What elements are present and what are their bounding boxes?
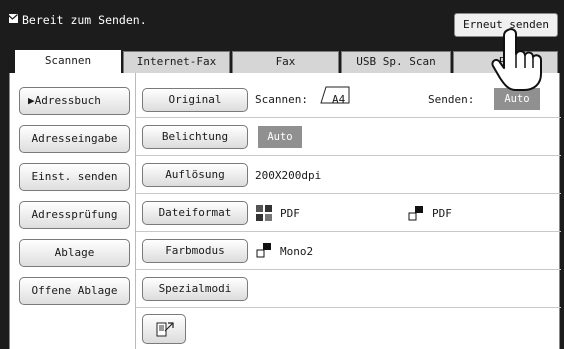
sidebar-item-adresseingabe[interactable]: Adresseingabe — [19, 125, 130, 153]
scan-size-label: Scannen: — [255, 93, 308, 106]
sidebar-item-einst-senden[interactable]: Einst. senden — [19, 163, 130, 191]
sidebar-item-ablage[interactable]: Ablage — [19, 239, 130, 267]
sidebar-item-adressbuch[interactable]: ▶Adressbuch — [19, 87, 130, 115]
tab-usb-scan[interactable]: USB Sp. Scan — [341, 51, 451, 73]
main-panel: ▶Adressbuch Adresseingabe Einst. senden … — [9, 73, 561, 349]
tab-bar: Scannen Internet-Fax Fax USB Sp. Scan PC — [9, 46, 564, 74]
original-button[interactable]: Original — [142, 88, 248, 112]
copier-send-screen: Bereit zum Senden. Erneut senden Scannen… — [0, 0, 564, 349]
status-message: Bereit zum Senden. — [22, 13, 147, 27]
row-divider — [136, 117, 561, 118]
row-divider — [136, 155, 561, 156]
file-format-button[interactable]: Dateiformat — [142, 201, 248, 225]
scan-size-value: A4 — [332, 93, 346, 106]
color-mode-button[interactable]: Farbmodus — [142, 239, 248, 263]
status-bar: Bereit zum Senden. Erneut senden — [0, 0, 564, 46]
exposure-value: Auto — [258, 126, 302, 148]
mono2-icon — [256, 243, 271, 258]
row-divider — [136, 193, 561, 194]
resolution-button[interactable]: Auflösung — [142, 163, 248, 187]
exposure-button[interactable]: Belichtung — [142, 125, 248, 149]
tab-scannen[interactable]: Scannen — [15, 50, 121, 74]
left-frame — [0, 0, 9, 349]
right-frame — [560, 46, 564, 349]
tab-fax[interactable]: Fax — [232, 51, 339, 73]
resolution-value: 200X200dpi — [255, 169, 322, 182]
color-mode-value: Mono2 — [280, 245, 314, 258]
row-divider — [136, 231, 561, 232]
mono-mode-icon — [408, 206, 423, 221]
send-size-label: Senden: — [428, 93, 475, 106]
tab-internet-fax[interactable]: Internet-Fax — [123, 51, 230, 73]
row-divider — [136, 269, 561, 270]
document-arrow-icon — [156, 322, 174, 337]
file-format-color-value: PDF — [280, 207, 300, 220]
pointer-hand-icon — [491, 28, 542, 91]
row-divider — [136, 307, 561, 308]
color-mode-icon — [256, 205, 272, 221]
file-format-mono-value: PDF — [432, 207, 452, 220]
special-modes-button[interactable]: Spezialmodi — [142, 277, 248, 301]
preview-button[interactable] — [142, 314, 186, 344]
sidebar-item-adresspruefung[interactable]: Adressprüfung — [19, 201, 130, 229]
sidebar-item-offene-ablage[interactable]: Offene Ablage — [19, 277, 130, 305]
